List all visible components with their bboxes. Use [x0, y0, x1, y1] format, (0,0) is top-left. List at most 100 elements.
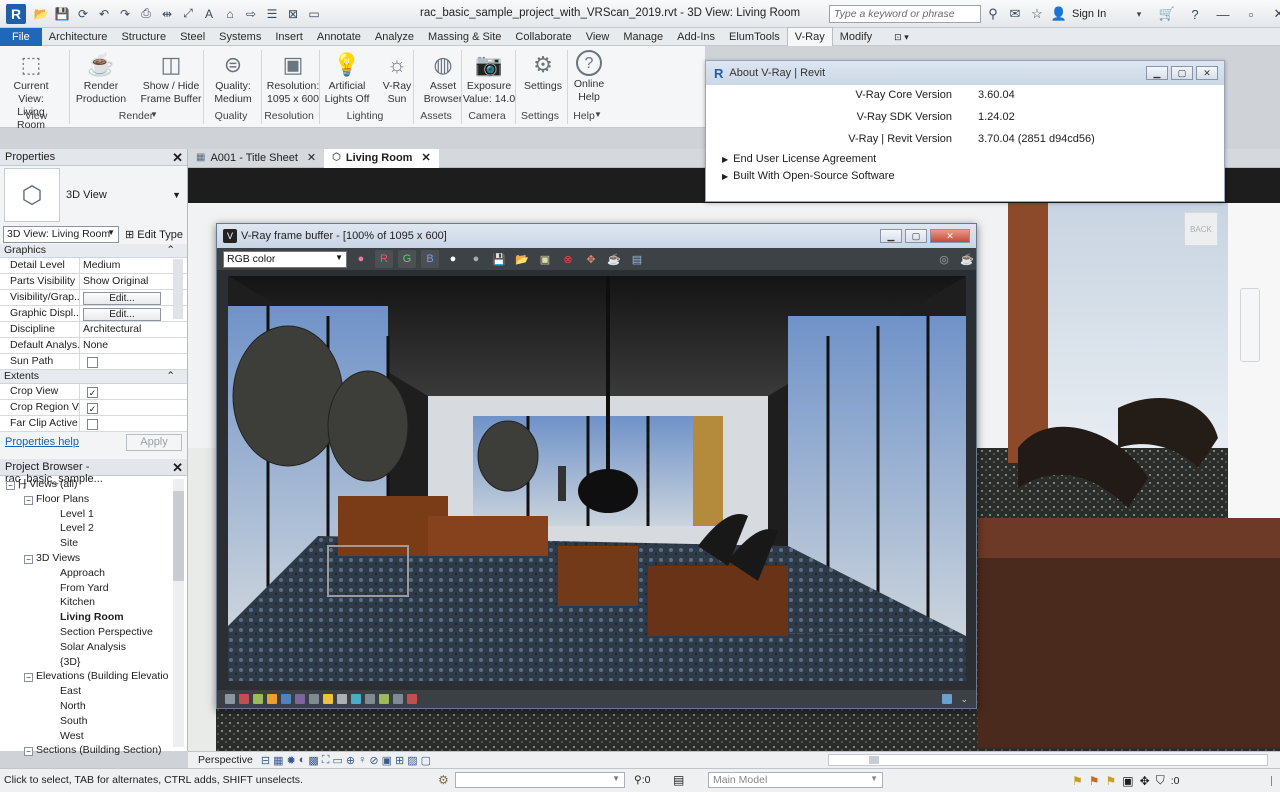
property-row[interactable]: Crop Region V... ✓ — [0, 400, 187, 416]
tree-item[interactable]: Section Perspective — [0, 626, 187, 641]
revit-logo-icon[interactable]: R — [6, 3, 26, 24]
design-options-icon[interactable]: ▤ — [673, 773, 684, 787]
green-channel-button[interactable]: G — [398, 250, 416, 268]
vfb-tool-icon[interactable] — [323, 694, 333, 704]
vfb-tool-icon[interactable] — [351, 694, 361, 704]
minimize-icon[interactable]: — — [1214, 5, 1232, 23]
vfb-tool-icon[interactable] — [407, 694, 417, 704]
undo-icon[interactable]: ↶ — [95, 6, 113, 22]
tab-analyze[interactable]: Analyze — [368, 28, 421, 46]
tab-modify[interactable]: Modify — [833, 28, 879, 46]
close-button[interactable]: ✕ — [930, 229, 970, 243]
tree-item[interactable]: Level 2 — [0, 522, 187, 537]
view-control-icon[interactable]: ▣ — [382, 754, 392, 767]
view-control-icon[interactable]: ⛶ — [322, 754, 330, 767]
collapse-toggle-icon[interactable]: − — [6, 481, 15, 490]
property-row[interactable]: Crop View ✓ — [0, 384, 187, 400]
property-row[interactable]: Parts Visibility Show Original — [0, 274, 187, 290]
camera-button[interactable]: 📷 Exposure Value: 14.0 — [462, 50, 516, 106]
teapot-render-icon[interactable]: ☕ — [605, 250, 623, 268]
expander-link[interactable]: ▶ End User License Agreement — [722, 153, 876, 165]
checkbox[interactable]: ✓ — [87, 403, 98, 414]
tab-elumtools[interactable]: ElumTools — [722, 28, 787, 46]
sun-path-checkbox[interactable] — [87, 357, 98, 368]
contextual-dropdown-icon[interactable]: ⊡ ▾ — [887, 28, 916, 46]
tree-item[interactable]: Level 1 — [0, 508, 187, 523]
tree-item[interactable]: −3D Views — [0, 552, 187, 567]
render-teapot-icon[interactable]: ☕ — [958, 250, 976, 268]
view-control-icon[interactable]: ◐ — [299, 754, 306, 767]
switch-windows-icon[interactable]: ▭ — [305, 6, 323, 22]
thin-lines-icon[interactable]: ☰ — [263, 6, 281, 22]
vfb-tool-icon[interactable] — [309, 694, 319, 704]
view-control-icon[interactable]: ⊞ — [395, 754, 404, 767]
resize-grip-icon[interactable] — [1271, 776, 1272, 786]
view-control-icon[interactable]: ⊕ — [346, 754, 355, 767]
doc-tab[interactable]: ⬡ Living Room ✕ — [324, 148, 439, 168]
close-icon[interactable]: ✕ — [307, 149, 316, 167]
vfb-tool-icon[interactable] — [281, 694, 291, 704]
tab-steel[interactable]: Steel — [173, 28, 212, 46]
select-links-icon[interactable]: ⚑ — [1072, 774, 1083, 788]
tab-add-ins[interactable]: Add-Ins — [670, 28, 722, 46]
tab-file[interactable]: File — [0, 27, 42, 46]
tab-annotate[interactable]: Annotate — [310, 28, 368, 46]
print-icon[interactable]: ⎙ — [137, 6, 155, 22]
property-row[interactable]: Discipline Architectural — [0, 322, 187, 338]
browser-scrollbar[interactable] — [173, 479, 184, 747]
vfb-tool-icon[interactable] — [253, 694, 263, 704]
expander-link[interactable]: ▶ Built With Open-Source Software — [722, 170, 895, 182]
tab-collaborate[interactable]: Collaborate — [508, 28, 578, 46]
vfb-tool-icon[interactable] — [295, 694, 305, 704]
close-icon[interactable]: ✕ — [172, 460, 183, 476]
property-row[interactable]: Graphic Displ... Edit... — [0, 306, 187, 322]
tree-item[interactable]: − Sections (Building Section) — [0, 744, 187, 759]
vfb-tool-icon[interactable] — [267, 694, 277, 704]
view-control-icon[interactable]: ▩ — [308, 754, 318, 767]
sync-icon[interactable]: ⟳ — [74, 6, 92, 22]
redo-icon[interactable]: ↷ — [116, 6, 134, 22]
tree-item[interactable]: − ⌈⌋ Views (all) — [0, 478, 187, 493]
close-button[interactable]: ✕ — [1196, 66, 1218, 80]
doc-tab[interactable]: ▦ A001 - Title Sheet ✕ — [188, 149, 324, 168]
tree-item[interactable]: North — [0, 700, 187, 715]
checkbox[interactable] — [87, 419, 98, 430]
view-control-icon[interactable]: ▭ — [332, 754, 342, 767]
minimize-button[interactable]: ▁ — [880, 229, 902, 243]
vfb-tool-icon[interactable] — [365, 694, 375, 704]
color-channels-icon[interactable]: ● — [352, 250, 370, 268]
tree-item[interactable]: Kitchen — [0, 596, 187, 611]
history-icon[interactable]: ▤ — [628, 250, 646, 268]
stop-render-icon[interactable]: ⊗ — [559, 250, 577, 268]
property-row[interactable]: Sun Path — [0, 354, 187, 370]
open-icon[interactable]: 📂 — [32, 6, 50, 22]
edit-button[interactable]: Edit... — [83, 308, 161, 321]
render-group-dropdown-icon[interactable]: ▼ — [150, 110, 158, 119]
checkbox[interactable]: ✓ — [87, 387, 98, 398]
maximize-button[interactable]: ▢ — [905, 229, 927, 243]
tree-item[interactable]: − Elevations (Building Elevatio — [0, 670, 187, 685]
cart-icon[interactable]: 🛒 — [1158, 5, 1176, 23]
extents-section[interactable]: Extents ⌃ — [0, 370, 187, 384]
subscription-icon[interactable]: ✉ — [1006, 5, 1024, 23]
chevron-down-icon[interactable]: ▼ — [172, 190, 181, 200]
vfb-tool-icon[interactable] — [225, 694, 235, 704]
filter-icon[interactable]: ⛉ — [1156, 773, 1165, 788]
view-control-icon[interactable]: ⊟ — [261, 754, 270, 767]
workset-icon[interactable]: ⚙ — [438, 773, 449, 787]
lens-effects-icon[interactable]: ◎ — [935, 250, 953, 268]
help-button[interactable]: ? Online Help — [562, 50, 616, 104]
design-option-select[interactable]: Main Model ▼ — [708, 772, 883, 788]
tree-item[interactable]: South — [0, 715, 187, 730]
tree-item[interactable]: Site — [0, 537, 187, 552]
view-control-icon[interactable]: ▨ — [407, 754, 417, 767]
select-underlay-icon[interactable]: ⚑ — [1089, 774, 1100, 788]
minimize-button[interactable]: ▁ — [1146, 66, 1168, 80]
collapse-toggle-icon[interactable]: − — [24, 673, 33, 683]
close-hidden-icon[interactable]: ⊠ — [284, 6, 302, 22]
drag-elements-icon[interactable]: ✥ — [1140, 774, 1150, 788]
white-mono-icon[interactable]: ● — [444, 250, 462, 268]
alpha-icon[interactable]: ● — [467, 250, 485, 268]
properties-help-link[interactable]: Properties help — [5, 436, 79, 448]
property-row[interactable]: Far Clip Active — [0, 416, 187, 432]
